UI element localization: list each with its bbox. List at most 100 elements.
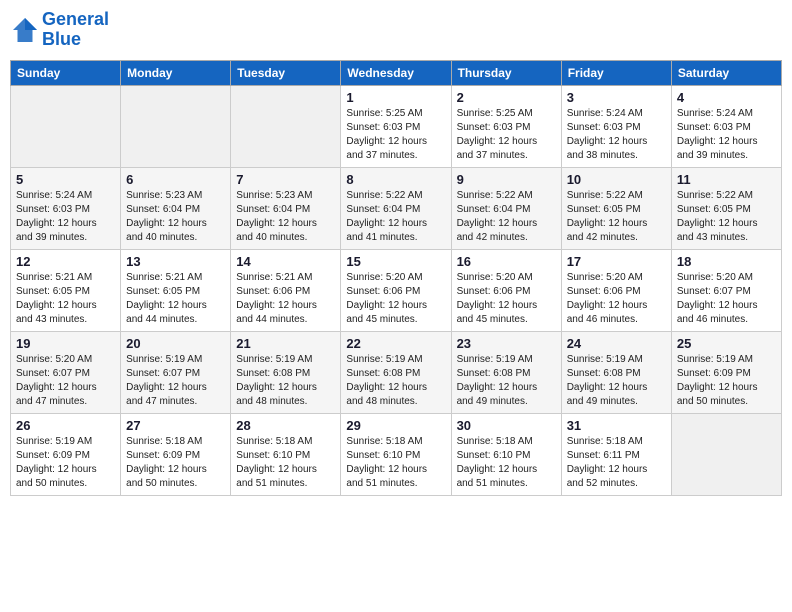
weekday-header-row: SundayMondayTuesdayWednesdayThursdayFrid… [11,60,782,85]
week-row-4: 19 Sunrise: 5:20 AM Sunset: 6:07 PM Dayli… [11,331,782,413]
day-number: 5 [16,172,115,187]
day-info: Sunrise: 5:20 AM Sunset: 6:07 PM Dayligh… [677,271,776,327]
day-info: Sunrise: 5:18 AM Sunset: 6:11 PM Dayligh… [567,435,666,491]
week-row-3: 12 Sunrise: 5:21 AM Sunset: 6:05 PM Dayli… [11,249,782,331]
day-info: Sunrise: 5:19 AM Sunset: 6:09 PM Dayligh… [16,435,115,491]
day-number: 12 [16,254,115,269]
day-number: 21 [236,336,335,351]
day-number: 15 [346,254,445,269]
weekday-header-tuesday: Tuesday [231,60,341,85]
calendar-cell: 12 Sunrise: 5:21 AM Sunset: 6:05 PM Dayli… [11,249,121,331]
calendar-cell: 15 Sunrise: 5:20 AM Sunset: 6:06 PM Dayli… [341,249,451,331]
day-info: Sunrise: 5:22 AM Sunset: 6:04 PM Dayligh… [346,189,445,245]
weekday-header-wednesday: Wednesday [341,60,451,85]
day-info: Sunrise: 5:24 AM Sunset: 6:03 PM Dayligh… [16,189,115,245]
week-row-5: 26 Sunrise: 5:19 AM Sunset: 6:09 PM Dayli… [11,413,782,495]
day-number: 17 [567,254,666,269]
day-info: Sunrise: 5:19 AM Sunset: 6:08 PM Dayligh… [457,353,556,409]
day-info: Sunrise: 5:21 AM Sunset: 6:05 PM Dayligh… [16,271,115,327]
day-number: 13 [126,254,225,269]
calendar-cell: 2Sunrise: 5:25 AM Sunset: 6:03 PM Daylig… [451,85,561,167]
calendar-cell: 5 Sunrise: 5:24 AM Sunset: 6:03 PM Daylig… [11,167,121,249]
day-number: 4 [677,90,776,105]
day-number: 11 [677,172,776,187]
calendar-cell: 11 Sunrise: 5:22 AM Sunset: 6:05 PM Dayli… [671,167,781,249]
calendar-cell: 8 Sunrise: 5:22 AM Sunset: 6:04 PM Daylig… [341,167,451,249]
logo-icon [10,15,40,45]
day-number: 18 [677,254,776,269]
day-number: 9 [457,172,556,187]
weekday-header-friday: Friday [561,60,671,85]
calendar-cell: 29 Sunrise: 5:18 AM Sunset: 6:10 PM Dayli… [341,413,451,495]
day-info: Sunrise: 5:23 AM Sunset: 6:04 PM Dayligh… [236,189,335,245]
day-number: 28 [236,418,335,433]
day-info: Sunrise: 5:20 AM Sunset: 6:06 PM Dayligh… [567,271,666,327]
day-number: 23 [457,336,556,351]
day-info: Sunrise: 5:22 AM Sunset: 6:05 PM Dayligh… [567,189,666,245]
calendar-cell: 31Sunrise: 5:18 AM Sunset: 6:11 PM Dayli… [561,413,671,495]
calendar-cell: 17 Sunrise: 5:20 AM Sunset: 6:06 PM Dayli… [561,249,671,331]
day-number: 27 [126,418,225,433]
day-number: 26 [16,418,115,433]
calendar-cell: 7Sunrise: 5:23 AM Sunset: 6:04 PM Daylig… [231,167,341,249]
logo: General Blue [10,10,109,50]
day-number: 25 [677,336,776,351]
day-number: 14 [236,254,335,269]
page-header: General Blue [10,10,782,50]
calendar-cell [121,85,231,167]
weekday-header-thursday: Thursday [451,60,561,85]
logo-text: General Blue [42,10,109,50]
day-info: Sunrise: 5:20 AM Sunset: 6:06 PM Dayligh… [457,271,556,327]
day-number: 8 [346,172,445,187]
day-number: 22 [346,336,445,351]
calendar-cell: 20 Sunrise: 5:19 AM Sunset: 6:07 PM Dayli… [121,331,231,413]
weekday-header-sunday: Sunday [11,60,121,85]
day-info: Sunrise: 5:24 AM Sunset: 6:03 PM Dayligh… [677,107,776,163]
weekday-header-monday: Monday [121,60,231,85]
calendar-cell: 13 Sunrise: 5:21 AM Sunset: 6:05 PM Dayli… [121,249,231,331]
day-number: 3 [567,90,666,105]
weekday-header-saturday: Saturday [671,60,781,85]
calendar-cell: 27Sunrise: 5:18 AM Sunset: 6:09 PM Dayli… [121,413,231,495]
day-info: Sunrise: 5:19 AM Sunset: 6:08 PM Dayligh… [346,353,445,409]
day-number: 6 [126,172,225,187]
day-info: Sunrise: 5:19 AM Sunset: 6:08 PM Dayligh… [567,353,666,409]
day-info: Sunrise: 5:24 AM Sunset: 6:03 PM Dayligh… [567,107,666,163]
calendar-cell: 26 Sunrise: 5:19 AM Sunset: 6:09 PM Dayli… [11,413,121,495]
day-number: 16 [457,254,556,269]
day-number: 30 [457,418,556,433]
calendar-cell: 3 Sunrise: 5:24 AM Sunset: 6:03 PM Daylig… [561,85,671,167]
calendar-cell: 28 Sunrise: 5:18 AM Sunset: 6:10 PM Dayli… [231,413,341,495]
day-info: Sunrise: 5:18 AM Sunset: 6:10 PM Dayligh… [457,435,556,491]
calendar-table: SundayMondayTuesdayWednesdayThursdayFrid… [10,60,782,496]
calendar-cell: 19 Sunrise: 5:20 AM Sunset: 6:07 PM Dayli… [11,331,121,413]
calendar-cell: 21Sunrise: 5:19 AM Sunset: 6:08 PM Dayli… [231,331,341,413]
day-info: Sunrise: 5:25 AM Sunset: 6:03 PM Dayligh… [346,107,445,163]
calendar-cell [671,413,781,495]
calendar-cell: 22 Sunrise: 5:19 AM Sunset: 6:08 PM Dayli… [341,331,451,413]
calendar-cell: 14 Sunrise: 5:21 AM Sunset: 6:06 PM Dayli… [231,249,341,331]
week-row-2: 5 Sunrise: 5:24 AM Sunset: 6:03 PM Daylig… [11,167,782,249]
day-info: Sunrise: 5:18 AM Sunset: 6:10 PM Dayligh… [236,435,335,491]
day-info: Sunrise: 5:21 AM Sunset: 6:06 PM Dayligh… [236,271,335,327]
day-info: Sunrise: 5:22 AM Sunset: 6:05 PM Dayligh… [677,189,776,245]
day-info: Sunrise: 5:19 AM Sunset: 6:09 PM Dayligh… [677,353,776,409]
calendar-cell: 23 Sunrise: 5:19 AM Sunset: 6:08 PM Dayli… [451,331,561,413]
week-row-1: 1 Sunrise: 5:25 AM Sunset: 6:03 PM Daylig… [11,85,782,167]
day-number: 24 [567,336,666,351]
day-info: Sunrise: 5:21 AM Sunset: 6:05 PM Dayligh… [126,271,225,327]
calendar-cell: 9Sunrise: 5:22 AM Sunset: 6:04 PM Daylig… [451,167,561,249]
calendar-cell: 24 Sunrise: 5:19 AM Sunset: 6:08 PM Dayli… [561,331,671,413]
day-info: Sunrise: 5:20 AM Sunset: 6:06 PM Dayligh… [346,271,445,327]
calendar-cell: 30 Sunrise: 5:18 AM Sunset: 6:10 PM Dayli… [451,413,561,495]
day-number: 19 [16,336,115,351]
day-info: Sunrise: 5:19 AM Sunset: 6:07 PM Dayligh… [126,353,225,409]
calendar-cell: 18 Sunrise: 5:20 AM Sunset: 6:07 PM Dayli… [671,249,781,331]
day-info: Sunrise: 5:23 AM Sunset: 6:04 PM Dayligh… [126,189,225,245]
day-number: 1 [346,90,445,105]
day-info: Sunrise: 5:18 AM Sunset: 6:10 PM Dayligh… [346,435,445,491]
day-number: 29 [346,418,445,433]
day-info: Sunrise: 5:20 AM Sunset: 6:07 PM Dayligh… [16,353,115,409]
day-number: 20 [126,336,225,351]
calendar-cell [231,85,341,167]
